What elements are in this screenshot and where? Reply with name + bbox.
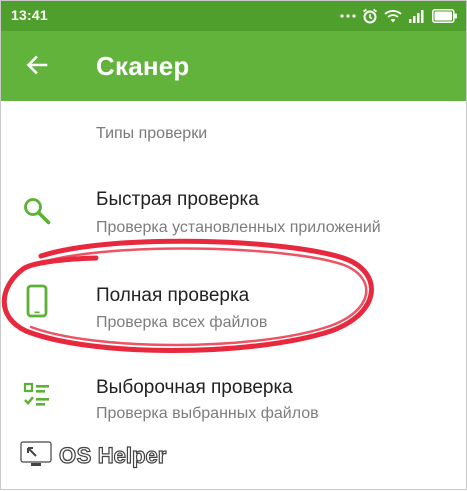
selective-scan-title: Выборочная проверка <box>96 377 293 398</box>
page-title: Сканер <box>96 51 190 81</box>
full-scan-title: Полная проверка <box>96 285 250 306</box>
quick-scan-subtitle: Проверка установленных приложений <box>96 219 381 236</box>
dots-icon <box>340 13 356 19</box>
full-scan-item[interactable]: Полная проверка Проверка всех файлов <box>1 269 466 349</box>
watermark: OS Helper <box>19 439 167 474</box>
section-header: Типы проверки <box>96 125 208 142</box>
selective-scan-subtitle: Проверка выбранных файлов <box>96 405 319 422</box>
arrow-left-icon <box>25 53 49 82</box>
phone-icon <box>19 283 55 319</box>
watermark-logo-icon <box>19 439 53 474</box>
full-scan-subtitle: Проверка всех файлов <box>96 314 268 331</box>
quick-scan-item[interactable]: Быстрая проверка Проверка установленных … <box>1 173 466 253</box>
battery-icon <box>432 9 458 23</box>
wifi-icon <box>384 9 402 23</box>
status-bar: 13:41 <box>1 1 466 31</box>
checklist-icon <box>19 377 55 413</box>
selective-scan-item[interactable]: Выборочная проверка Проверка выбранных ф… <box>1 361 466 441</box>
search-icon <box>19 193 55 229</box>
app-bar: Сканер <box>1 31 466 101</box>
watermark-helper: Helper <box>97 442 167 468</box>
alarm-icon <box>362 8 378 24</box>
status-time: 13:41 <box>11 7 48 23</box>
watermark-os: OS <box>58 442 92 468</box>
back-button[interactable] <box>17 47 57 87</box>
signal-icon <box>408 9 426 23</box>
quick-scan-title: Быстрая проверка <box>96 189 259 210</box>
status-icons <box>340 7 458 25</box>
